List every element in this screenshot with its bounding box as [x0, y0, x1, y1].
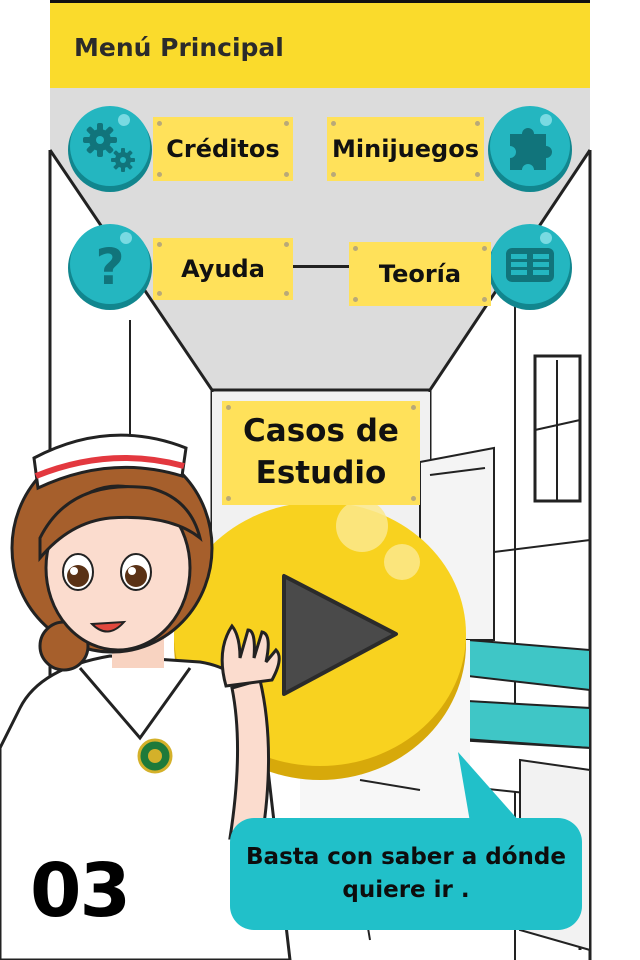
speech-bubble-line1: Basta con saber a dónde: [246, 843, 566, 870]
screen: Menú Principal ? Créditos Minijuegos Ayu…: [0, 0, 640, 960]
speech-bubble: Basta con saber a dónde quiere ir .: [230, 818, 582, 930]
step-number: 03: [30, 848, 131, 934]
speech-bubble-tail: [458, 752, 520, 822]
speech-bubble-line2: quiere ir .: [342, 877, 470, 903]
